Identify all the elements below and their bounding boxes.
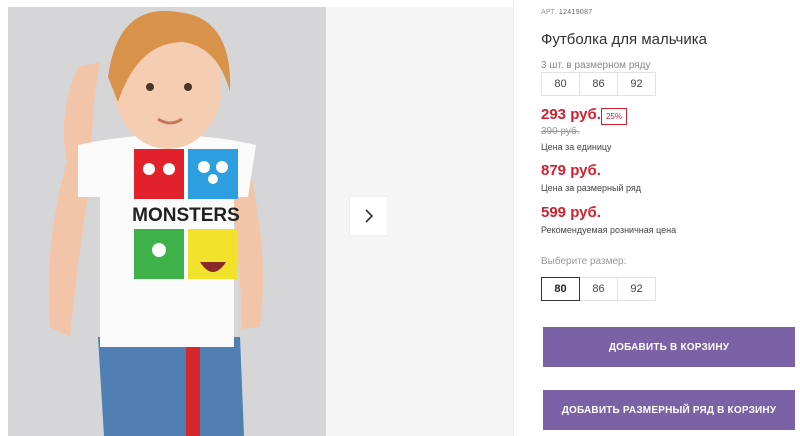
- tshirt-print-text: MONSTERS: [132, 205, 240, 226]
- add-range-to-cart-button[interactable]: ДОБАВИТЬ РАЗМЕРНЫЙ РЯД В КОРЗИНУ: [543, 390, 795, 430]
- range-size-80: 80: [541, 72, 580, 96]
- range-price-label: Цена за размерный ряд: [541, 183, 642, 193]
- product-info-panel: АРТ. 12419087 Футболка для мальчика 3 шт…: [541, 0, 800, 436]
- range-label: 3 шт. в размерном ряду: [541, 60, 651, 71]
- old-price: 390 руб.: [541, 126, 580, 137]
- sku-value: 12419087: [558, 9, 593, 16]
- product-title: Футболка для мальчика: [541, 31, 707, 48]
- discount-badge: 25%: [601, 108, 627, 125]
- sku-label: АРТ.: [541, 9, 557, 16]
- divider: [513, 0, 514, 436]
- sku: АРТ. 12419087: [541, 9, 592, 16]
- current-price: 293 руб.: [541, 106, 601, 123]
- retail-price: 599 руб.: [541, 204, 601, 221]
- range-price: 879 руб.: [541, 162, 601, 179]
- retail-price-label: Рекомендуемая розничная цена: [541, 225, 677, 235]
- product-photo[interactable]: MONSTERS: [8, 7, 326, 436]
- size-selector: 80 86 92: [541, 277, 656, 301]
- product-gallery: MONSTERS: [0, 0, 513, 436]
- child-in-tshirt-image: MONSTERS: [8, 7, 326, 436]
- gallery-next-button[interactable]: [349, 196, 388, 236]
- select-size-label: Выберите размер:: [541, 256, 627, 267]
- chevron-right-icon: [364, 209, 373, 223]
- range-size-86: 86: [579, 72, 618, 96]
- size-option-92[interactable]: 92: [617, 277, 656, 301]
- range-size-92: 92: [617, 72, 656, 96]
- size-option-80[interactable]: 80: [541, 277, 580, 301]
- unit-price-label: Цена за единицу: [541, 142, 612, 152]
- size-option-86[interactable]: 86: [579, 277, 618, 301]
- range-sizes: 80 86 92: [541, 72, 656, 96]
- add-to-cart-button[interactable]: ДОБАВИТЬ В КОРЗИНУ: [543, 327, 795, 367]
